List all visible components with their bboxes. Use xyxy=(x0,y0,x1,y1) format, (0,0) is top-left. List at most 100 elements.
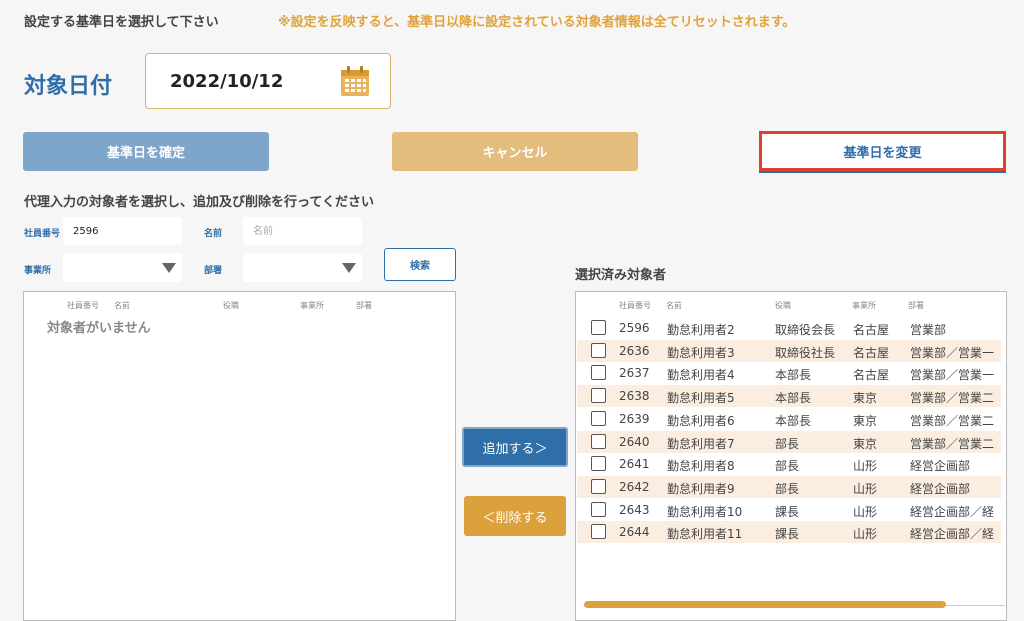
row-checkbox[interactable] xyxy=(591,342,606,358)
dropdown-arrow-icon xyxy=(162,263,176,273)
row-name: 勤怠利用者6 xyxy=(667,413,735,428)
row-employee-no: 2636 xyxy=(619,343,650,358)
row-checkbox[interactable] xyxy=(591,456,606,472)
row-checkbox[interactable] xyxy=(591,478,606,494)
row-employee-no: 2640 xyxy=(619,434,650,449)
col-name: 名前 xyxy=(114,301,130,310)
name-label: 名前 xyxy=(204,229,223,239)
row-dept: 営業部／営業一 xyxy=(910,345,995,360)
row-name: 勤怠利用者7 xyxy=(667,436,735,451)
col-employee-no: 社員番号 xyxy=(67,301,99,310)
row-name: 勤怠利用者3 xyxy=(667,345,735,360)
scrollbar-thumb[interactable] xyxy=(584,601,946,608)
col-name: 名前 xyxy=(666,301,682,310)
row-office: 名古屋 xyxy=(853,323,890,337)
table-row[interactable]: 2641 勤怠利用者8 部長 山形 経営企画部 xyxy=(577,453,1001,475)
name-input[interactable] xyxy=(243,217,362,245)
row-title: 部長 xyxy=(775,436,800,451)
row-office: 山形 xyxy=(853,481,878,496)
table-row[interactable]: 2638 勤怠利用者5 本部長 東京 営業部／営業二 xyxy=(577,385,1001,408)
empty-list-message: 対象者がいません xyxy=(47,321,151,336)
table-row[interactable]: 2642 勤怠利用者9 部長 山形 経営企画部 xyxy=(577,475,1001,498)
col-office: 事業所 xyxy=(300,301,324,310)
add-button[interactable]: 追加する＞ xyxy=(462,427,568,467)
col-title: 役職 xyxy=(223,301,239,310)
row-checkbox[interactable] xyxy=(591,365,606,381)
row-name: 勤怠利用者4 xyxy=(667,368,735,383)
row-employee-no: 2641 xyxy=(619,457,650,472)
row-office: 名古屋 xyxy=(853,345,890,360)
row-title: 課長 xyxy=(775,527,800,542)
row-office: 東京 xyxy=(853,413,878,428)
row-employee-no: 2644 xyxy=(619,525,650,540)
col-dept: 部署 xyxy=(908,301,924,310)
row-dept: 経営企画部 xyxy=(910,481,971,496)
col-office: 事業所 xyxy=(852,301,876,310)
remove-button[interactable]: ＜削除する xyxy=(464,496,566,536)
table-row[interactable]: 2643 勤怠利用者10 課長 山形 経営企画部／経 xyxy=(577,499,1001,521)
office-label: 事業所 xyxy=(24,266,52,276)
row-name: 勤怠利用者9 xyxy=(667,481,735,496)
row-dept: 営業部／営業二 xyxy=(910,436,995,451)
row-office: 名古屋 xyxy=(853,368,890,383)
selected-list-title: 選択済み対象者 xyxy=(575,268,667,283)
row-title: 本部長 xyxy=(775,413,812,428)
dept-select[interactable] xyxy=(243,253,362,282)
row-employee-no: 2643 xyxy=(619,502,650,517)
office-select[interactable] xyxy=(63,253,182,282)
calendar-icon[interactable] xyxy=(340,66,370,97)
row-employee-no: 2642 xyxy=(619,479,650,494)
row-office: 東京 xyxy=(853,436,878,451)
row-employee-no: 2637 xyxy=(619,366,650,381)
table-row[interactable]: 2640 勤怠利用者7 部長 東京 営業部／営業二 xyxy=(577,430,1001,453)
date-value: 2022/10/12 xyxy=(170,71,284,92)
table-row[interactable]: 2639 勤怠利用者6 本部長 東京 営業部／営業二 xyxy=(577,408,1001,430)
row-title: 本部長 xyxy=(775,391,812,406)
row-title: 取締役社長 xyxy=(775,345,836,360)
table-row[interactable]: 2636 勤怠利用者3 取締役社長 名古屋 営業部／営業一 xyxy=(577,339,1001,362)
employee-no-input[interactable] xyxy=(63,217,182,245)
row-dept: 営業部／営業二 xyxy=(910,391,995,406)
row-name: 勤怠利用者5 xyxy=(667,391,735,406)
row-title: 取締役会長 xyxy=(775,323,836,337)
date-picker[interactable]: 2022/10/12 xyxy=(145,53,391,109)
row-checkbox[interactable] xyxy=(591,320,606,335)
row-office: 山形 xyxy=(853,459,878,474)
row-title: 部長 xyxy=(775,481,800,496)
row-office: 山形 xyxy=(853,527,878,542)
employee-no-label: 社員番号 xyxy=(24,229,61,239)
col-employee-no: 社員番号 xyxy=(619,301,651,310)
selected-list[interactable]: 社員番号 名前 役職 事業所 部署 2596 勤怠利用者2 取締役会長 名古屋 営業部 2… xyxy=(575,291,1007,621)
table-row[interactable]: 2644 勤怠利用者11 課長 山形 経営企画部／経 xyxy=(577,521,1001,544)
row-dept: 営業部／営業二 xyxy=(910,413,995,428)
row-checkbox[interactable] xyxy=(591,410,606,426)
candidate-list[interactable]: 社員番号 名前 役職 事業所 部署 対象者がいません xyxy=(23,291,456,621)
table-row[interactable]: 2596 勤怠利用者2 取締役会長 名古屋 営業部 xyxy=(577,317,1001,339)
dept-label: 部署 xyxy=(204,266,223,276)
row-checkbox[interactable] xyxy=(591,388,606,404)
row-title: 部長 xyxy=(775,459,800,474)
row-checkbox[interactable] xyxy=(591,501,606,517)
row-dept: 経営企画部／経 xyxy=(910,527,995,542)
cancel-button[interactable]: キャンセル xyxy=(392,132,638,171)
row-employee-no: 2596 xyxy=(619,321,650,335)
row-name: 勤怠利用者11 xyxy=(667,527,743,542)
row-checkbox[interactable] xyxy=(591,524,606,540)
row-checkbox[interactable] xyxy=(591,433,606,449)
confirm-date-button[interactable]: 基準日を確定 xyxy=(23,132,269,171)
row-title: 本部長 xyxy=(775,368,812,383)
col-dept: 部署 xyxy=(356,301,372,310)
row-office: 東京 xyxy=(853,391,878,406)
dropdown-arrow-icon xyxy=(342,263,356,273)
change-date-button[interactable]: 基準日を変更 xyxy=(759,131,1006,171)
row-name: 勤怠利用者2 xyxy=(667,323,735,337)
row-name: 勤怠利用者8 xyxy=(667,459,735,474)
row-dept: 営業部／営業一 xyxy=(910,368,995,383)
row-employee-no: 2639 xyxy=(619,411,650,426)
row-title: 課長 xyxy=(775,504,800,519)
table-row[interactable]: 2637 勤怠利用者4 本部長 名古屋 営業部／営業一 xyxy=(577,362,1001,384)
row-dept: 経営企画部／経 xyxy=(910,504,995,519)
search-button[interactable]: 検索 xyxy=(384,248,456,281)
row-dept: 経営企画部 xyxy=(910,459,971,474)
reset-warning: ※設定を反映すると、基準日以降に設定されている対象者情報は全てリセットされます。 xyxy=(278,15,796,30)
